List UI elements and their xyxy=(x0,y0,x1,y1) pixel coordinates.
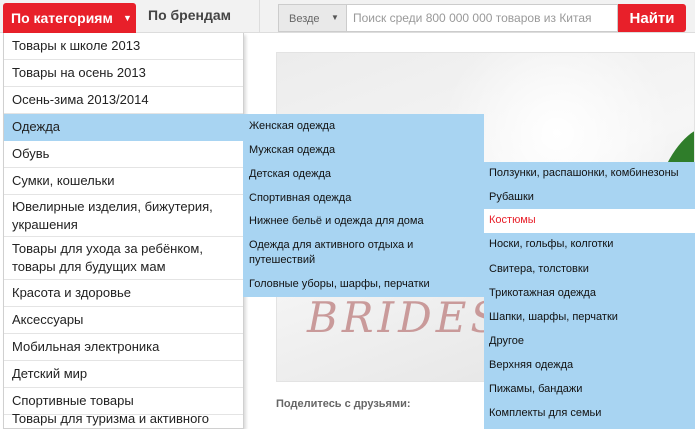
share-label: Поделитесь с друзьями: xyxy=(276,398,411,410)
category-item[interactable]: Мобильная электроника xyxy=(4,334,243,361)
subsubmenu-item[interactable]: Верхняя одежда xyxy=(484,354,695,378)
subsubmenu-item[interactable]: Комплекты для семьи xyxy=(484,402,695,426)
search-scope-label: Везде xyxy=(289,13,320,25)
subsubmenu-item[interactable]: Пижамы, бандажи xyxy=(484,378,695,402)
category-item[interactable]: Детский мир xyxy=(4,361,243,388)
banner-text: BRIDES xyxy=(307,293,504,342)
clothing-submenu: Женская одежда Мужская одежда Детская од… xyxy=(243,114,484,297)
subsubmenu-item[interactable]: Ползунки, распашонки, комбинезоны xyxy=(484,162,695,186)
subsubmenu-item[interactable]: Носки, гольфы, колготки xyxy=(484,233,695,257)
subsubmenu-item-active[interactable]: Костюмы xyxy=(484,209,695,233)
submenu-item[interactable]: Женская одежда xyxy=(249,119,479,134)
divider xyxy=(259,0,260,33)
search-button[interactable]: Найти xyxy=(618,4,686,32)
category-item-active[interactable]: Одежда xyxy=(4,114,243,141)
submenu-item[interactable]: Нижнее бельё и одежда для дома xyxy=(249,214,479,229)
submenu-item[interactable]: Головные уборы, шарфы, перчатки xyxy=(249,277,479,292)
top-bar: По категориям ▼ По брендам Везде ▼ Найти xyxy=(0,0,695,33)
subsubmenu-item[interactable]: Рубашки xyxy=(484,186,695,210)
category-menu: Товары к школе 2013 Товары на осень 2013… xyxy=(3,33,244,429)
category-item[interactable]: Обувь xyxy=(4,141,243,168)
subsubmenu-item[interactable]: Шапки, шарфы, перчатки xyxy=(484,306,695,330)
caret-down-icon: ▼ xyxy=(331,13,339,22)
subsubmenu-item[interactable]: Свитера, толстовки xyxy=(484,258,695,282)
search-input[interactable] xyxy=(346,4,618,32)
category-item[interactable]: Аксессуары xyxy=(4,307,243,334)
category-item[interactable]: Товары для ухода за ребёнком, товары для… xyxy=(4,237,243,280)
brands-tab[interactable]: По брендам xyxy=(148,7,231,23)
kids-clothing-submenu: Ползунки, распашонки, комбинезоны Рубашк… xyxy=(484,162,695,429)
category-item[interactable]: Красота и здоровье xyxy=(4,280,243,307)
category-item[interactable]: Осень-зима 2013/2014 xyxy=(4,87,243,114)
category-item[interactable]: Товары для туризма и активного отдыха xyxy=(4,411,243,428)
category-item[interactable]: Товары к школе 2013 xyxy=(4,33,243,60)
subsubmenu-item[interactable]: Трикотажная одежда xyxy=(484,282,695,306)
category-item[interactable]: Ювелирные изделия, бижутерия, украшения xyxy=(4,195,243,237)
submenu-item[interactable]: Спортивная одежда xyxy=(249,191,479,206)
categories-tab[interactable]: По категориям ▼ xyxy=(3,3,136,33)
submenu-item[interactable]: Детская одежда xyxy=(249,167,479,182)
submenu-item[interactable]: Одежда для активного отдыха и путешестви… xyxy=(249,238,479,268)
chevron-down-icon: ▼ xyxy=(123,13,132,23)
subsubmenu-item[interactable]: Другое xyxy=(484,330,695,354)
category-item[interactable]: Товары на осень 2013 xyxy=(4,60,243,87)
search-scope-select[interactable]: Везде ▼ xyxy=(278,4,346,32)
categories-tab-label: По категориям xyxy=(11,10,113,26)
category-item[interactable]: Сумки, кошельки xyxy=(4,168,243,195)
submenu-item[interactable]: Мужская одежда xyxy=(249,143,479,158)
